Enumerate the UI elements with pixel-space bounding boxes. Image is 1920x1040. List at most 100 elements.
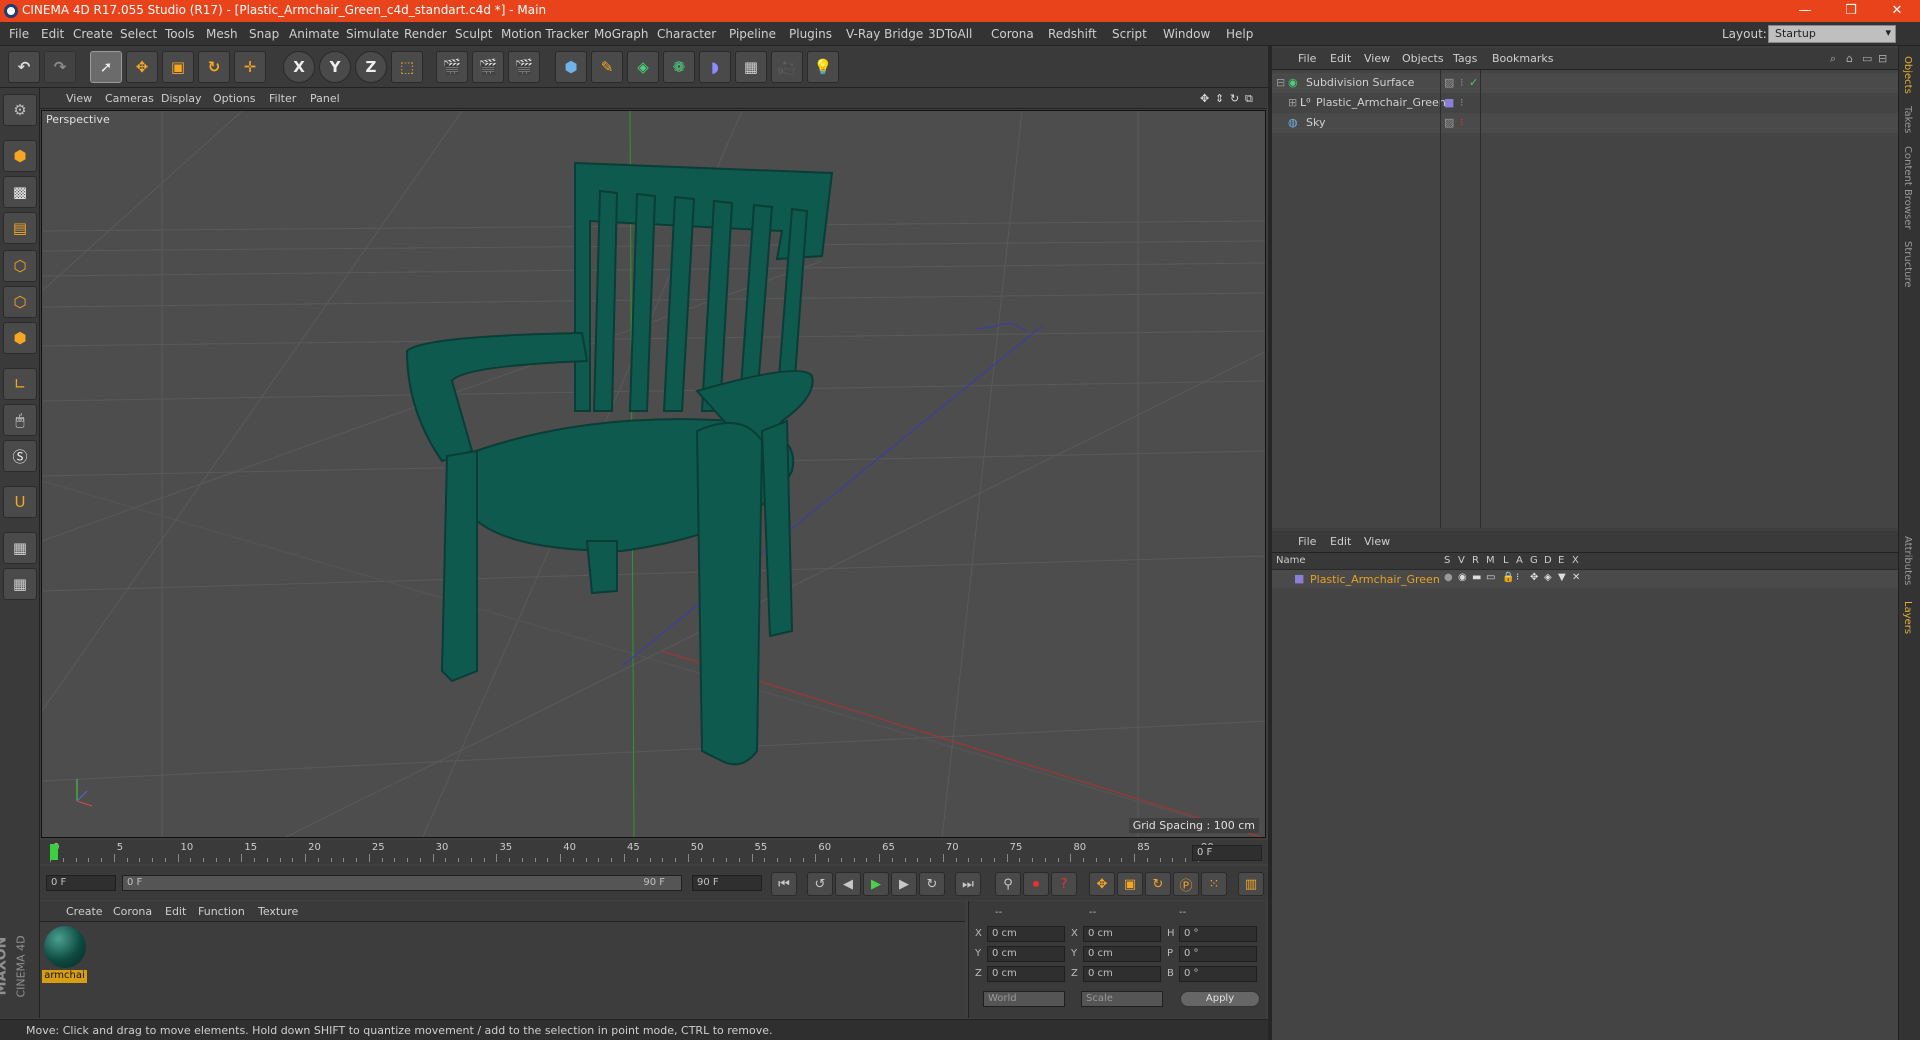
viewport-menu-panel[interactable]: Panel [310, 92, 340, 105]
start-frame-field[interactable]: 0 F [46, 875, 116, 891]
live-selection-button[interactable]: ➚ [90, 51, 122, 83]
menu-mesh[interactable]: Mesh [206, 27, 238, 41]
go-to-end-button[interactable]: ⏭ [955, 872, 981, 896]
tab-attributes[interactable]: Attributes [1902, 536, 1913, 585]
menu-mograph[interactable]: MoGraph [594, 27, 649, 41]
texture-mode-button[interactable]: ▩ [3, 176, 37, 208]
objects-menu-tags[interactable]: Tags [1453, 52, 1477, 65]
key-rotation-button[interactable]: ↻ [1145, 872, 1171, 896]
y-axis-lock-button[interactable]: Y [319, 51, 351, 83]
viewport-menu-cameras[interactable]: Cameras [105, 92, 154, 105]
column-expressions[interactable]: E [1558, 555, 1564, 566]
column-generators[interactable]: G [1530, 555, 1538, 566]
rotate-tool-button[interactable]: ↻ [198, 51, 230, 83]
material-menu-corona[interactable]: Corona [113, 905, 152, 918]
menu-vray-bridge[interactable]: V-Ray Bridge [846, 27, 923, 41]
menu-snap[interactable]: Snap [249, 27, 279, 41]
expand-icon[interactable]: ⊞ [1288, 96, 1297, 109]
menu-select[interactable]: Select [120, 27, 157, 41]
add-floor-button[interactable]: ▦ [735, 51, 767, 83]
3d-viewport[interactable]: Perspective Grid Spacing : 100 cm [41, 110, 1266, 838]
coord-rot-b-field[interactable]: 0 ° [1179, 966, 1257, 982]
points-mode-button[interactable]: ⬡ [3, 250, 37, 282]
play-button[interactable]: ▶ [863, 872, 889, 896]
layers-menu-file[interactable]: File [1298, 535, 1316, 548]
layer-row[interactable]: ■ Plastic_Armchair_Green ● ◉ ▬ ▭ 🔒 ⁝ ✥ ◈… [1272, 570, 1898, 588]
render-picture-viewer-button[interactable]: 🎬 [472, 51, 504, 83]
menu-render[interactable]: Render [404, 27, 447, 41]
coord-rot-h-field[interactable]: 0 ° [1179, 926, 1257, 942]
objects-menu-view[interactable]: View [1364, 52, 1390, 65]
layers-menu-edit[interactable]: Edit [1330, 535, 1351, 548]
tweak-mode-button[interactable]: 🖱 [3, 404, 37, 436]
render-settings-button[interactable]: 🎬 [508, 51, 540, 83]
add-subdivision-button[interactable]: ◈ [627, 51, 659, 83]
coord-pos-y-field[interactable]: 0 cm [987, 946, 1065, 962]
solo-dot-icon[interactable]: ● [1444, 572, 1453, 583]
render-view-button[interactable]: 🎬 [436, 51, 468, 83]
expression-icon[interactable]: ▼ [1558, 572, 1566, 583]
material-menu-function[interactable]: Function [198, 905, 245, 918]
object-name[interactable]: Sky [1306, 116, 1325, 129]
z-axis-lock-button[interactable]: Z [355, 51, 387, 83]
eye-icon[interactable]: ◉ [1458, 572, 1467, 583]
layer-color-swatch[interactable]: ■ [1444, 96, 1454, 109]
expand-icon[interactable]: ⊟ [1878, 52, 1887, 65]
column-render[interactable]: R [1472, 555, 1479, 566]
deformer-icon[interactable]: ◈ [1544, 572, 1552, 583]
objects-menu-edit[interactable]: Edit [1330, 52, 1351, 65]
coord-size-mode-select[interactable]: Scale [1081, 991, 1163, 1007]
snap-button[interactable]: Ⓢ [3, 440, 37, 472]
undo-button[interactable]: ↶ [8, 51, 40, 83]
home-icon[interactable]: ⌂ [1846, 52, 1853, 65]
coord-size-x-field[interactable]: 0 cm [1083, 926, 1161, 942]
timeline-window-button[interactable]: ▥ [1238, 872, 1264, 896]
go-to-start-button[interactable]: ⏮ [771, 872, 797, 896]
column-deformers[interactable]: D [1544, 555, 1552, 566]
magnet-button[interactable]: U [3, 486, 37, 518]
coordinate-system-button[interactable]: ⬚ [391, 51, 423, 83]
menu-edit[interactable]: Edit [41, 27, 64, 41]
timeline-ruler[interactable]: 051015202530354045505560657075808590 [40, 840, 1267, 864]
render-clapper-icon[interactable]: ▬ [1472, 572, 1481, 583]
x-axis-lock-button[interactable]: X [283, 51, 315, 83]
material-name-label[interactable]: armchai [42, 970, 87, 983]
axis-mode-button[interactable]: ∟ [3, 368, 37, 400]
column-xref[interactable]: X [1572, 555, 1579, 566]
visibility-dots-icon[interactable]: ⁝ [1460, 76, 1464, 89]
coord-size-y-field[interactable]: 0 cm [1083, 946, 1161, 962]
viewport-menu-filter[interactable]: Filter [269, 92, 296, 105]
objects-menu-file[interactable]: File [1298, 52, 1316, 65]
editor-visibility-icon[interactable]: ▨ [1444, 76, 1454, 89]
column-manager[interactable]: M [1486, 555, 1495, 566]
record-keys-button[interactable]: ⚲ [995, 872, 1021, 896]
workplane-lock-button[interactable]: ▦ [3, 532, 37, 564]
coord-pos-z-field[interactable]: 0 cm [987, 966, 1065, 982]
menu-sculpt[interactable]: Sculpt [455, 27, 492, 41]
viewport-menu-display[interactable]: Display [161, 92, 202, 105]
workplane-mode-button[interactable]: ▤ [3, 212, 37, 244]
frame-range-slider[interactable]: 0 F 90 F [122, 875, 682, 891]
key-parameter-button[interactable]: Ⓟ [1173, 872, 1199, 896]
key-pla-button[interactable]: ⁙ [1201, 872, 1227, 896]
material-preview-swatch[interactable] [44, 926, 86, 968]
tab-content-browser[interactable]: Content Browser [1902, 146, 1913, 229]
viewport-move-icon[interactable]: ✥ [1200, 92, 1209, 105]
add-spline-button[interactable]: ✎ [591, 51, 623, 83]
previous-frame-button[interactable]: ◀ [835, 872, 861, 896]
minimize-button[interactable]: — [1782, 0, 1828, 22]
objects-menu-bookmarks[interactable]: Bookmarks [1492, 52, 1553, 65]
manager-icon[interactable]: ▭ [1486, 572, 1495, 583]
tree-row-plastic-armchair[interactable]: ⊞ L⁰ Plastic_Armchair_Green ■ ⁝ [1272, 93, 1898, 113]
viewport-rotate-icon[interactable]: ↻ [1230, 92, 1239, 105]
tab-objects[interactable]: Objects [1902, 56, 1913, 94]
tab-takes[interactable]: Takes [1902, 106, 1913, 133]
menu-corona[interactable]: Corona [991, 27, 1034, 41]
coord-rot-p-field[interactable]: 0 ° [1179, 946, 1257, 962]
make-editable-button[interactable]: ⚙ [3, 94, 37, 126]
material-menu-texture[interactable]: Texture [258, 905, 298, 918]
coord-size-z-field[interactable]: 0 cm [1083, 966, 1161, 982]
edges-mode-button[interactable]: ⬡ [3, 286, 37, 318]
menu-create[interactable]: Create [73, 27, 113, 41]
layers-menu-view[interactable]: View [1364, 535, 1390, 548]
